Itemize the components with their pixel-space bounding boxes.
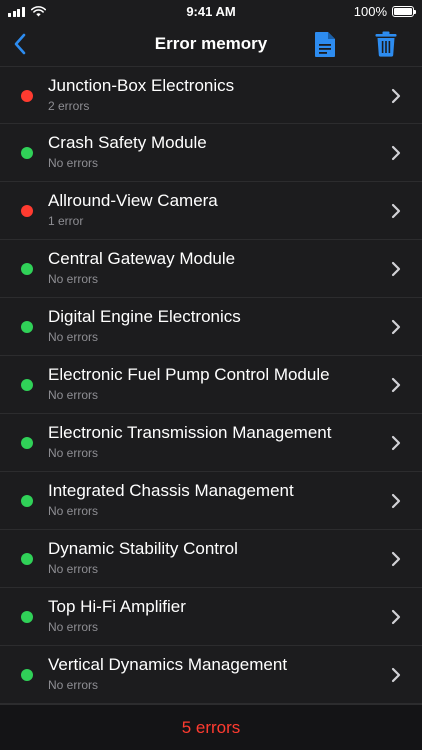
screen: 9:41 AM 100% Error memory Junction-Box E… (0, 0, 422, 750)
module-row[interactable]: Dynamic Stability Control No errors (0, 530, 422, 588)
module-row[interactable]: Integrated Chassis Management No errors (0, 472, 422, 530)
module-name: Integrated Chassis Management (48, 481, 294, 500)
status-bar: 9:41 AM 100% (0, 0, 422, 22)
module-status: No errors (48, 504, 99, 518)
status-dot-ok (21, 321, 33, 333)
status-dot-ok (21, 495, 33, 507)
status-dot-ok (21, 437, 33, 449)
module-status: No errors (48, 272, 99, 286)
signal-icon (8, 6, 25, 17)
status-dot-ok (21, 669, 33, 681)
error-summary: 5 errors (181, 717, 241, 737)
chevron-right-icon (391, 609, 401, 625)
module-name: Vertical Dynamics Management (48, 655, 288, 674)
status-dot-error (21, 205, 33, 217)
status-dot-ok (21, 379, 33, 391)
module-status: No errors (48, 562, 99, 576)
chevron-right-icon (391, 551, 401, 567)
module-name: Crash Safety Module (48, 133, 207, 152)
module-name: Allround-View Camera (48, 191, 218, 210)
chevron-right-icon (391, 435, 401, 451)
module-status: No errors (48, 620, 99, 634)
module-name: Digital Engine Electronics (48, 307, 241, 326)
back-button[interactable] (8, 30, 32, 58)
back-chevron-icon (14, 33, 26, 55)
module-row[interactable]: Crash Safety Module No errors (0, 124, 422, 182)
module-status: 2 errors (48, 99, 90, 113)
battery-percent: 100% (353, 3, 387, 19)
status-dot-ok (21, 147, 33, 159)
chevron-right-icon (391, 145, 401, 161)
module-row[interactable]: Digital Engine Electronics No errors (0, 298, 422, 356)
module-status: No errors (48, 388, 99, 402)
delete-button[interactable] (372, 30, 400, 58)
wifi-icon (30, 5, 46, 16)
module-status: No errors (48, 678, 99, 692)
module-row[interactable]: Junction-Box Electronics 2 errors (0, 66, 422, 124)
chevron-right-icon (391, 493, 401, 509)
error-summary-footer: 5 errors (0, 704, 422, 750)
chevron-right-icon (391, 203, 401, 219)
page-title: Error memory (154, 34, 268, 53)
module-status: No errors (48, 446, 99, 460)
module-name: Top Hi-Fi Amplifier (48, 597, 186, 616)
status-dot-ok (21, 553, 33, 565)
status-dot-error (21, 90, 33, 102)
module-row[interactable]: Top Hi-Fi Amplifier No errors (0, 588, 422, 646)
module-name: Junction-Box Electronics (48, 76, 235, 95)
chevron-right-icon (391, 667, 401, 683)
module-row[interactable]: Electronic Fuel Pump Control Module No er… (0, 356, 422, 414)
document-icon (315, 31, 335, 57)
status-left (8, 5, 98, 17)
battery-icon (392, 5, 416, 17)
module-name: Electronic Transmission Management (48, 423, 332, 442)
module-name: Electronic Fuel Pump Control Module (48, 365, 330, 384)
module-list: Junction-Box Electronics 2 errors Crash Sa… (0, 66, 422, 704)
trash-icon (375, 31, 397, 57)
module-row[interactable]: Vertical Dynamics Management No errors (0, 646, 422, 704)
status-right: 100% (324, 3, 416, 19)
report-button[interactable] (312, 30, 338, 58)
chevron-right-icon (391, 319, 401, 335)
module-row[interactable]: Allround-View Camera 1 error (0, 182, 422, 240)
module-name: Central Gateway Module (48, 249, 236, 268)
module-row[interactable]: Central Gateway Module No errors (0, 240, 422, 298)
module-status: No errors (48, 330, 99, 344)
module-status: 1 error (48, 214, 84, 228)
module-name: Dynamic Stability Control (48, 539, 238, 558)
navigation-bar: Error memory (0, 22, 422, 66)
status-dot-ok (21, 263, 33, 275)
module-row[interactable]: Electronic Transmission Management No err… (0, 414, 422, 472)
chevron-right-icon (391, 88, 401, 104)
module-status: No errors (48, 156, 99, 170)
chevron-right-icon (391, 261, 401, 277)
status-dot-ok (21, 611, 33, 623)
chevron-right-icon (391, 377, 401, 393)
